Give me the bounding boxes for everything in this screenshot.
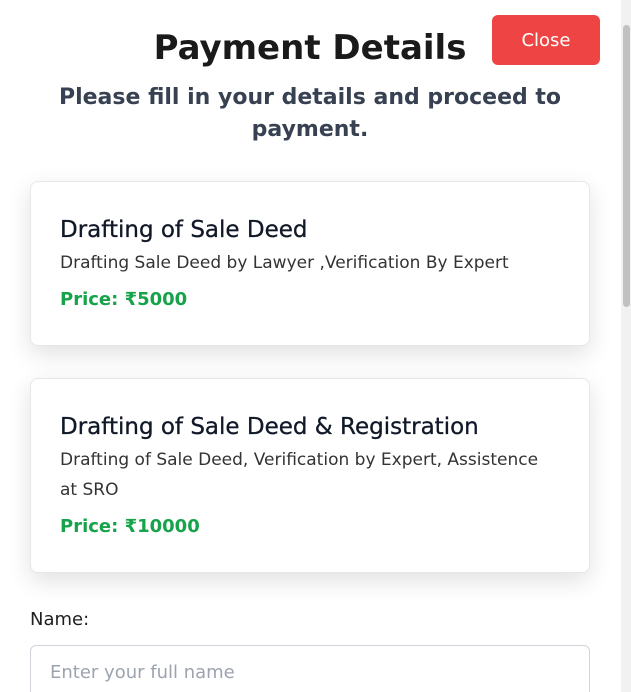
- service-card-sale-deed[interactable]: Drafting of Sale Deed Drafting Sale Deed…: [30, 181, 590, 346]
- service-price: Price: ₹5000: [60, 289, 188, 310]
- name-input[interactable]: [30, 645, 590, 692]
- service-description: Drafting Sale Deed by Lawyer ,Verificati…: [60, 253, 509, 273]
- service-description: Drafting of Sale Deed, Verification by E…: [60, 450, 539, 500]
- service-price: Price: ₹10000: [60, 516, 200, 537]
- payment-details-modal: Close Payment Details Please fill in you…: [0, 0, 631, 692]
- name-label: Name:: [30, 609, 90, 630]
- service-card-sale-deed-registration[interactable]: Drafting of Sale Deed & Registration Dra…: [30, 378, 590, 573]
- scrollbar-thumb[interactable]: [623, 25, 630, 307]
- page-title: Payment Details: [153, 28, 467, 68]
- page-subtitle: Please fill in your details and proceed …: [58, 85, 562, 142]
- service-title: Drafting of Sale Deed & Registration: [60, 414, 479, 440]
- service-title: Drafting of Sale Deed: [60, 217, 308, 243]
